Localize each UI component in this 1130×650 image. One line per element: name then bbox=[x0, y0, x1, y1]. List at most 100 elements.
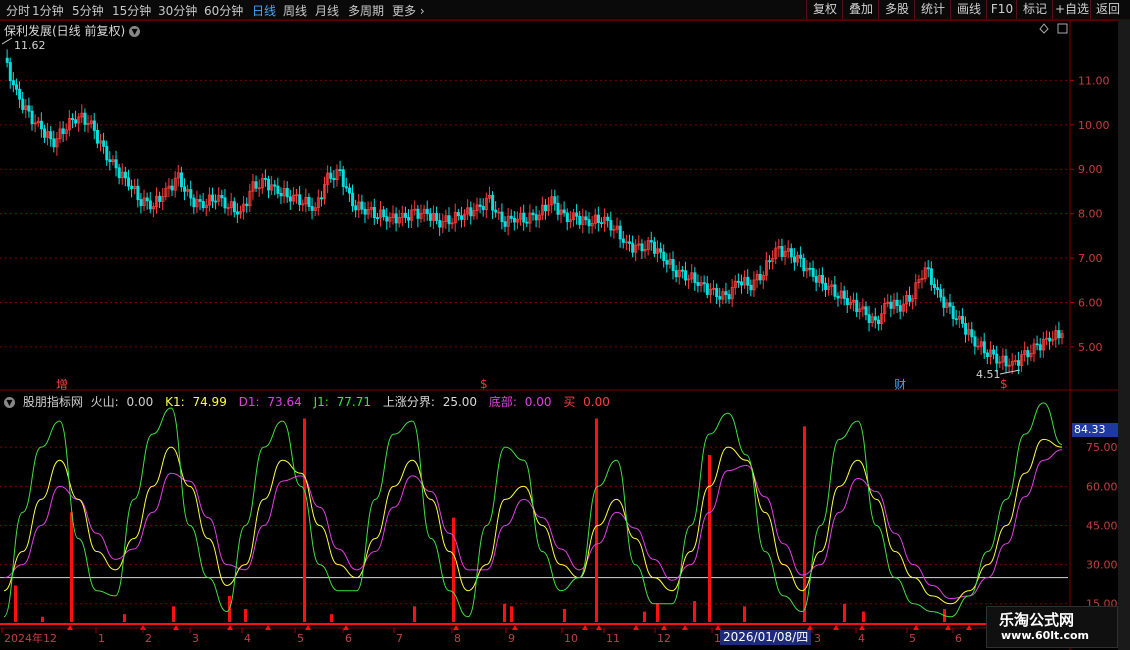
period-tab-multi[interactable]: 多周期 bbox=[348, 2, 384, 19]
chevron-down-icon[interactable]: ▼ bbox=[4, 397, 15, 408]
restore-rights-button[interactable]: 复权 bbox=[806, 0, 843, 19]
chevron-down-icon[interactable]: ▼ bbox=[129, 26, 141, 37]
period-tab-more[interactable]: 更多 › bbox=[392, 2, 425, 19]
candle-body bbox=[372, 206, 376, 218]
period-tab-fenshi[interactable]: 分时 bbox=[6, 2, 30, 19]
candle-body bbox=[774, 247, 778, 259]
candle-body bbox=[1035, 343, 1039, 346]
overlay-button[interactable]: 叠加 bbox=[842, 0, 879, 19]
volcano-bar bbox=[843, 603, 846, 622]
candle-body bbox=[761, 274, 765, 281]
period-tab-daily[interactable]: 日线 bbox=[252, 2, 276, 19]
right-side-strip[interactable] bbox=[1118, 20, 1130, 650]
volcano-bar bbox=[14, 585, 17, 622]
candle-body bbox=[491, 194, 495, 211]
candle-body bbox=[413, 208, 417, 211]
mark-button[interactable]: 标记 bbox=[1016, 0, 1053, 19]
candle-body bbox=[830, 284, 834, 287]
candle-body bbox=[612, 228, 616, 231]
f10-button[interactable]: F10 bbox=[986, 0, 1017, 19]
candle-body bbox=[516, 218, 520, 223]
candle-body bbox=[220, 194, 224, 199]
period-tab-30min[interactable]: 30分钟 bbox=[158, 2, 197, 19]
candle-body bbox=[814, 276, 818, 283]
multi-stock-button[interactable]: 多股 bbox=[878, 0, 915, 19]
candle-body bbox=[578, 215, 582, 225]
main-chart-title[interactable]: 保利发展(日线 前复权) ▼ bbox=[4, 22, 141, 39]
candle-body bbox=[394, 213, 398, 224]
candle-body bbox=[643, 249, 647, 252]
period-tab-monthly[interactable]: 月线 bbox=[315, 2, 339, 19]
candle-body bbox=[572, 212, 576, 221]
candlestick-series bbox=[5, 49, 1064, 375]
candle-body bbox=[1026, 350, 1030, 358]
candle-body bbox=[58, 128, 62, 140]
candle-body bbox=[911, 298, 915, 302]
add-watchlist-button[interactable]: +自选 bbox=[1052, 0, 1091, 19]
event-mark-dollar-1[interactable]: $ bbox=[480, 377, 488, 391]
candle-body bbox=[391, 213, 395, 218]
event-mark-dollar-2[interactable]: $ bbox=[1000, 377, 1008, 391]
period-tab-1min[interactable]: 1分钟 bbox=[32, 2, 64, 19]
candle-body bbox=[867, 314, 871, 324]
candle-body bbox=[335, 169, 339, 181]
candle-body bbox=[298, 194, 302, 205]
back-button[interactable]: 返回 bbox=[1090, 0, 1125, 19]
event-mark-cai[interactable]: 财 bbox=[894, 376, 906, 393]
period-tab-5min[interactable]: 5分钟 bbox=[72, 2, 104, 19]
period-tab-weekly[interactable]: 周线 bbox=[283, 2, 307, 19]
candle-body bbox=[186, 189, 190, 192]
volcano-bar bbox=[413, 606, 416, 622]
candle-body bbox=[740, 281, 744, 286]
up-arrow-icon bbox=[343, 625, 349, 630]
volcano-bar bbox=[693, 601, 696, 622]
buy-value: 0.00 bbox=[583, 395, 610, 409]
candle-body bbox=[575, 212, 579, 217]
candle-body bbox=[721, 291, 725, 300]
live-value-badge: 84.33 bbox=[1072, 423, 1120, 437]
price-tick-label: 11.00 bbox=[1078, 74, 1110, 87]
candle-body bbox=[341, 169, 345, 187]
candle-body bbox=[1045, 337, 1049, 340]
candle-body bbox=[404, 212, 408, 218]
candle-body bbox=[817, 274, 821, 283]
candle-body bbox=[796, 254, 800, 263]
candle-body bbox=[267, 178, 271, 191]
candle-body bbox=[1038, 344, 1042, 351]
indicator-tick-label: 30.00 bbox=[1086, 559, 1118, 572]
candle-body bbox=[67, 118, 71, 131]
candle-body bbox=[89, 120, 93, 124]
candle-body bbox=[684, 270, 688, 281]
draw-line-button[interactable]: 画线 bbox=[950, 0, 987, 19]
x-tick-label: 9 bbox=[508, 632, 515, 645]
statistics-button[interactable]: 统计 bbox=[914, 0, 951, 19]
x-tick-label: 1 bbox=[98, 632, 105, 645]
period-tab-60min[interactable]: 60分钟 bbox=[204, 2, 243, 19]
candle-body bbox=[665, 260, 669, 265]
high-price-label: 11.62 bbox=[14, 39, 46, 52]
candle-body bbox=[540, 204, 544, 216]
up-arrow-icon bbox=[140, 625, 146, 630]
candle-body bbox=[55, 138, 59, 148]
candle-body bbox=[179, 172, 183, 188]
x-tick-label: 4 bbox=[244, 632, 251, 645]
candle-body bbox=[105, 145, 109, 161]
k-label: K1: bbox=[165, 395, 185, 409]
candle-body bbox=[964, 323, 968, 335]
candle-body bbox=[565, 212, 569, 223]
candle-body bbox=[319, 197, 323, 200]
chart-canvas[interactable]: 11.0010.009.008.007.006.005.0011.624.517… bbox=[0, 0, 1130, 650]
low-price-pointer bbox=[999, 369, 1021, 375]
candle-body bbox=[805, 267, 809, 272]
candle-body bbox=[1054, 330, 1058, 340]
event-mark-zeng[interactable]: 增 bbox=[56, 376, 68, 393]
candle-body bbox=[416, 208, 420, 219]
candle-body bbox=[933, 284, 937, 289]
buy-label: 买 bbox=[563, 395, 576, 409]
candle-body bbox=[593, 214, 597, 224]
candle-body bbox=[83, 112, 87, 125]
x-tick-label: 2 bbox=[145, 632, 152, 645]
candle-body bbox=[1004, 355, 1008, 367]
period-tab-15min[interactable]: 15分钟 bbox=[112, 2, 151, 19]
candle-body bbox=[998, 361, 1002, 364]
